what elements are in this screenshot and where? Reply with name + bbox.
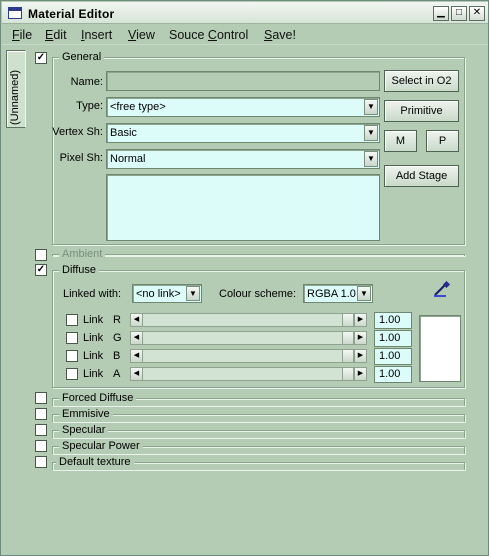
stages-list[interactable] [106, 174, 380, 241]
slider-thumb[interactable] [342, 314, 354, 326]
linked-with-label: Linked with: [63, 288, 122, 300]
section-title: Specular [59, 424, 109, 436]
arrow-right-icon[interactable]: ▶ [354, 314, 366, 326]
colour-swatch[interactable] [419, 315, 461, 382]
channel-label: G [113, 332, 122, 344]
window-title: Material Editor [28, 7, 115, 21]
maximize-button[interactable]: □ [451, 6, 467, 21]
menu-file[interactable]: File [12, 28, 32, 42]
arrow-left-icon[interactable]: ◀ [131, 350, 143, 362]
ambient-group [52, 254, 465, 256]
section-checkbox[interactable] [35, 424, 47, 436]
pixel-shader-select[interactable]: Normal ▼ [106, 149, 380, 169]
chevron-down-icon[interactable]: ▼ [357, 286, 371, 301]
arrow-right-icon[interactable]: ▶ [354, 350, 366, 362]
channel-label: A [113, 368, 121, 380]
section-title: Forced Diffuse [59, 392, 137, 404]
channel-slider[interactable]: ◀ ▶ [130, 367, 367, 381]
section-checkbox[interactable] [35, 408, 47, 420]
chevron-down-icon[interactable]: ▼ [364, 99, 378, 115]
link-label: Link [83, 314, 104, 326]
add-stage-button[interactable]: Add Stage [384, 165, 459, 187]
chevron-down-icon[interactable]: ▼ [364, 151, 378, 167]
section-title: Specular Power [59, 440, 143, 452]
colour-scheme-label: Colour scheme: [219, 288, 297, 300]
m-button[interactable]: M [384, 130, 417, 152]
arrow-right-icon[interactable]: ▶ [354, 368, 366, 380]
section-title: Default texture [56, 456, 134, 468]
section-group [52, 430, 465, 438]
link-checkbox[interactable] [66, 332, 78, 344]
minimize-button[interactable]: ▁ [433, 6, 449, 21]
general-title: General [59, 51, 105, 63]
vertex-shader-select[interactable]: Basic ▼ [106, 123, 380, 143]
section-group [52, 414, 465, 422]
arrow-left-icon[interactable]: ◀ [131, 368, 143, 380]
section-title: Emmisive [59, 408, 113, 420]
title-bar[interactable]: Material Editor ▁ □ ✕ [2, 2, 488, 24]
material-editor-window: Material Editor ▁ □ ✕ File Edit Insert V… [0, 0, 489, 556]
chevron-down-icon[interactable]: ▼ [364, 125, 378, 141]
primitive-button[interactable]: Primitive [384, 100, 459, 122]
channel-value[interactable]: 1.00 [374, 330, 412, 347]
chevron-down-icon[interactable]: ▼ [186, 286, 200, 301]
menu-insert[interactable]: Insert [81, 28, 112, 42]
channel-slider[interactable]: ◀ ▶ [130, 349, 367, 363]
colour-scheme-select[interactable]: RGBA 1.0 ▼ [303, 284, 373, 303]
menu-view[interactable]: View [128, 28, 155, 42]
unnamed-material-tab[interactable]: (Unnamed) [6, 50, 26, 128]
diffuse-checkbox[interactable]: ✓ [35, 264, 47, 276]
section-checkbox[interactable] [35, 456, 47, 468]
link-label: Link [83, 332, 104, 344]
arrow-right-icon[interactable]: ▶ [354, 332, 366, 344]
linked-with-select[interactable]: <no link> ▼ [132, 284, 202, 303]
channel-slider[interactable]: ◀ ▶ [130, 313, 367, 327]
type-select[interactable]: <free type> ▼ [106, 97, 380, 117]
p-button[interactable]: P [426, 130, 459, 152]
vertex-shader-label: Vertex Sh: [52, 126, 103, 138]
section-checkbox[interactable] [35, 392, 47, 404]
general-checkbox[interactable]: ✓ [35, 52, 47, 64]
link-label: Link [83, 350, 104, 362]
link-label: Link [83, 368, 104, 380]
ambient-title: Ambient [59, 248, 106, 260]
channel-value[interactable]: 1.00 [374, 312, 412, 329]
menu-edit[interactable]: Edit [45, 28, 67, 42]
link-checkbox[interactable] [66, 368, 78, 380]
menu-save[interactable]: Save! [264, 28, 296, 42]
select-in-o2-button[interactable]: Select in O2 [384, 70, 459, 92]
name-label: Name: [70, 76, 103, 88]
arrow-left-icon[interactable]: ◀ [131, 332, 143, 344]
channel-label: R [113, 314, 121, 326]
window-icon [8, 7, 22, 19]
link-checkbox[interactable] [66, 350, 78, 362]
menu-source-control[interactable]: Souce Control [169, 28, 248, 42]
type-label: Type: [76, 100, 103, 112]
slider-thumb[interactable] [342, 368, 354, 380]
menu-bar: File Edit Insert View Souce Control Save… [2, 25, 488, 45]
pixel-shader-label: Pixel Sh: [59, 152, 103, 164]
slider-thumb[interactable] [342, 350, 354, 362]
eyedropper-icon[interactable] [432, 280, 452, 298]
channel-value[interactable]: 1.00 [374, 348, 412, 365]
arrow-left-icon[interactable]: ◀ [131, 314, 143, 326]
channel-value[interactable]: 1.00 [374, 366, 412, 383]
link-checkbox[interactable] [66, 314, 78, 326]
channel-slider[interactable]: ◀ ▶ [130, 331, 367, 345]
close-button[interactable]: ✕ [469, 6, 485, 21]
name-field[interactable] [106, 71, 380, 91]
channel-label: B [113, 350, 121, 362]
ambient-checkbox[interactable] [35, 249, 47, 261]
diffuse-title: Diffuse [59, 264, 100, 276]
slider-thumb[interactable] [342, 332, 354, 344]
section-checkbox[interactable] [35, 440, 47, 452]
